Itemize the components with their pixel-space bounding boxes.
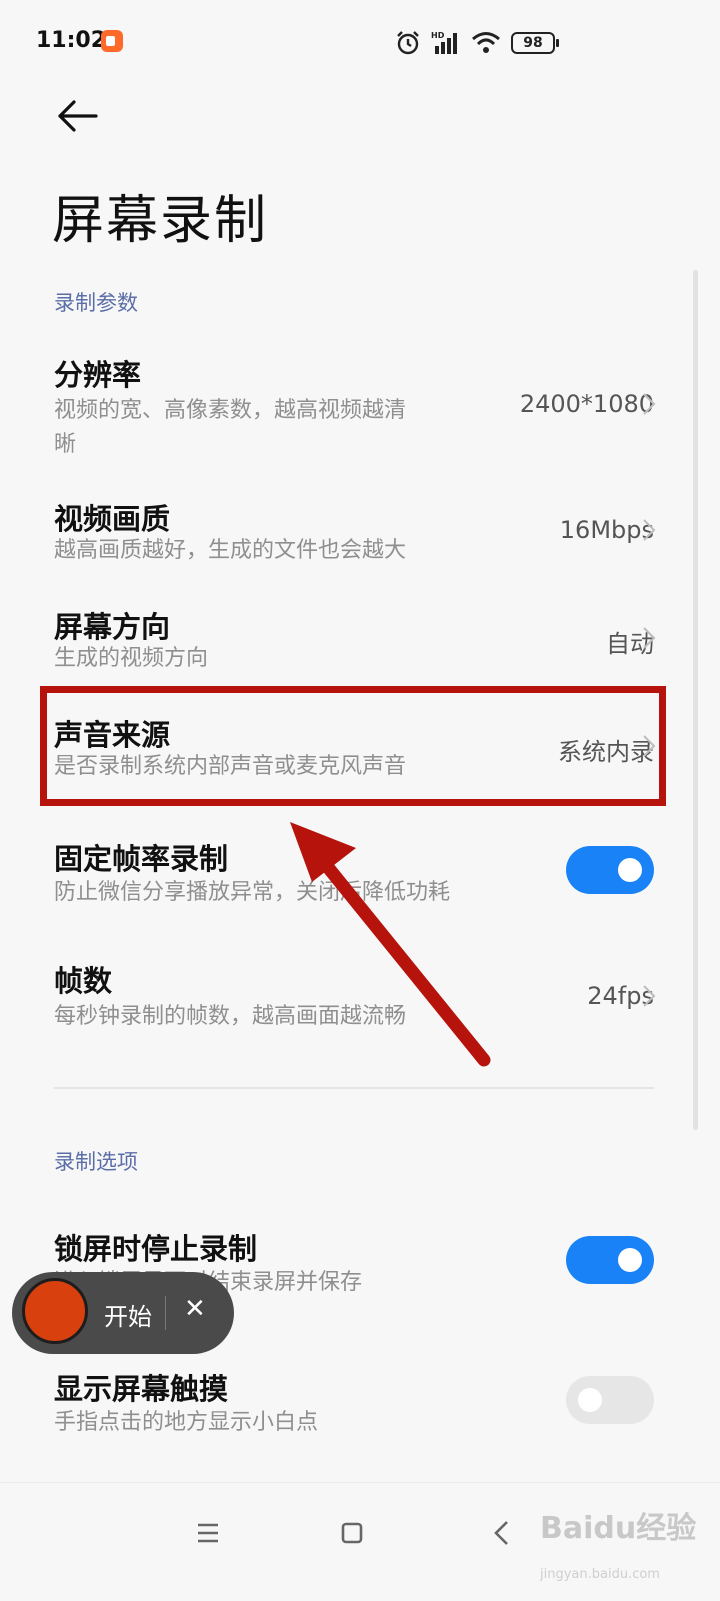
annotation-arrow-icon — [290, 822, 491, 1067]
start-recording-button[interactable]: 开始 — [104, 1297, 152, 1332]
watermark-logo: Baidu经验 — [540, 1511, 697, 1546]
floating-recorder[interactable]: 开始 ✕ — [12, 1272, 234, 1354]
home-icon[interactable] — [332, 1513, 372, 1553]
close-floating-button[interactable]: ✕ — [184, 1294, 206, 1324]
back-nav-icon[interactable] — [482, 1513, 522, 1553]
record-button[interactable] — [22, 1278, 88, 1344]
menu-icon[interactable] — [188, 1513, 228, 1553]
floating-separator — [165, 1296, 166, 1330]
watermark-url: jingyan.baidu.com — [540, 1567, 660, 1582]
navigation-bar: Baidu经验 jingyan.baidu.com — [0, 1482, 720, 1601]
